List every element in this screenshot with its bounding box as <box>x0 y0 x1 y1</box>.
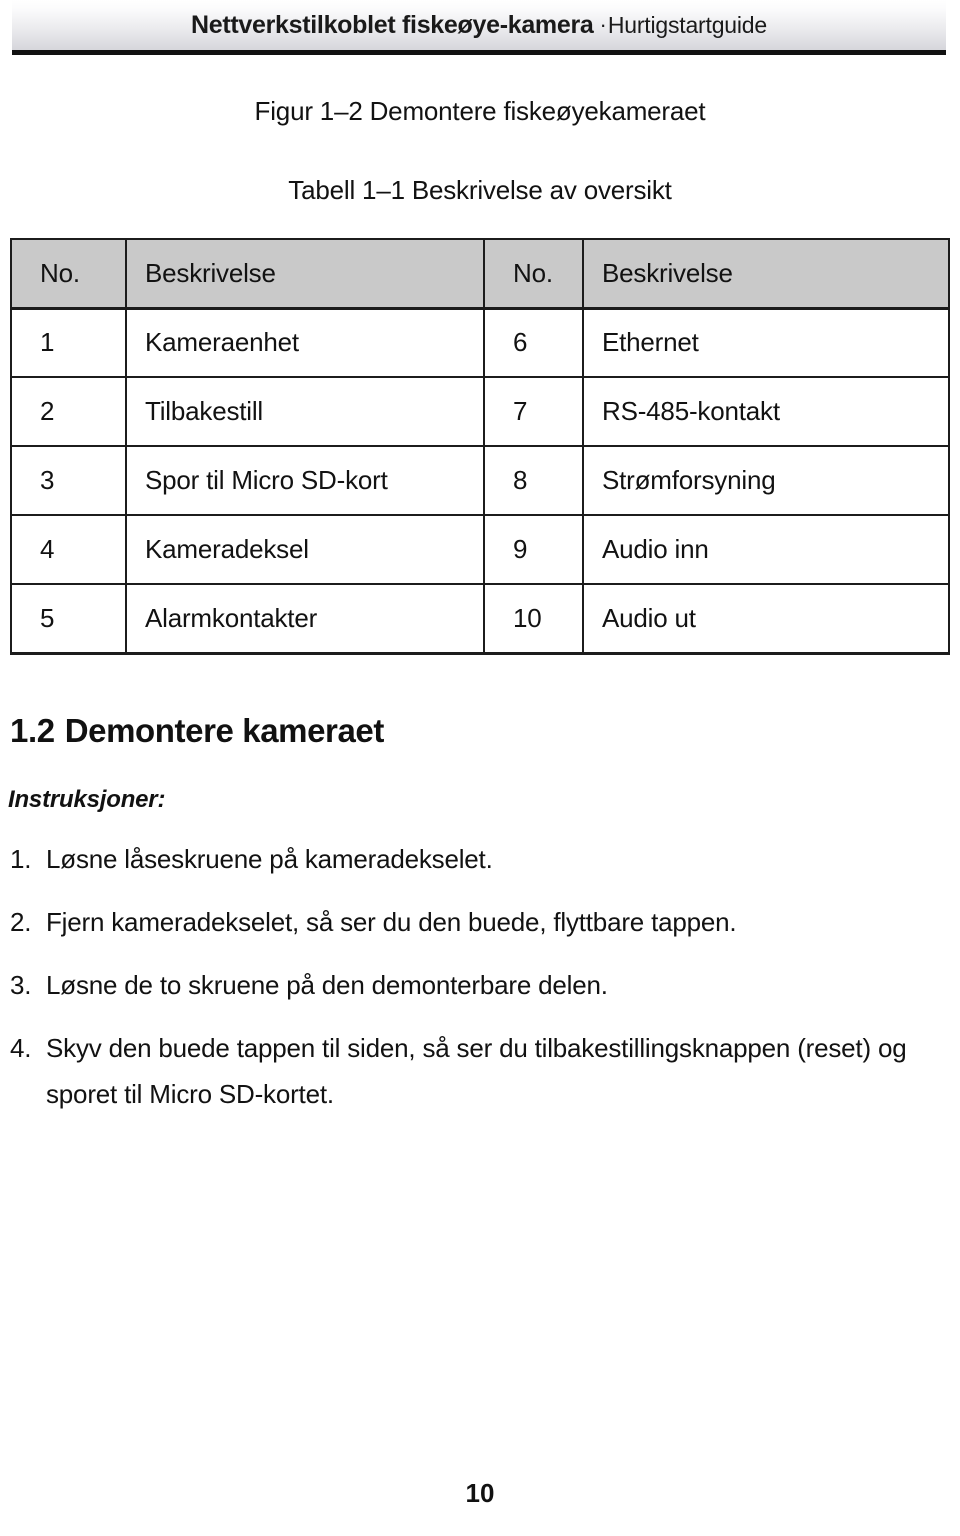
step-text: Skyv den buede tappen til siden, så ser … <box>46 1033 907 1109</box>
cell-no-right: 8 <box>483 445 584 516</box>
header-title-strong: Nettverkstilkoblet fiskeøye-kamera <box>191 10 594 39</box>
table-row: 2 Tilbakestill 7 RS-485-kontakt <box>10 376 950 447</box>
cell-no-right: 7 <box>483 376 584 447</box>
section-heading: 1.2 Demontere kameraet <box>10 712 384 750</box>
table-caption: Tabell 1–1 Beskrivelse av oversikt <box>288 175 672 205</box>
column-header-desc-left: Beskrivelse <box>125 238 485 310</box>
cell-desc-right: Audio inn <box>582 514 950 585</box>
instructions-label: Instruksjoner: <box>8 786 166 813</box>
cell-no-left: 5 <box>10 583 127 655</box>
cell-desc-left: Tilbakestill <box>125 376 485 447</box>
step-text: Løsne låseskruene på kameradekselet. <box>46 844 493 874</box>
list-item: 2. Fjern kameradekselet, så ser du den b… <box>10 899 940 945</box>
list-item: 1. Løsne låseskruene på kameradekselet. <box>10 836 940 882</box>
header-title-light: Hurtigstartguide <box>607 11 767 38</box>
list-item: 4. Skyv den buede tappen til siden, så s… <box>10 1025 940 1117</box>
cell-desc-right: Strømforsyning <box>582 445 950 516</box>
page-running-header: Nettverkstilkoblet fiskeøye-kamera · Hur… <box>12 0 946 55</box>
table-row: 3 Spor til Micro SD-kort 8 Strømforsynin… <box>10 445 950 516</box>
section-number: 1.2 <box>10 712 55 749</box>
cell-desc-left: Kameraenhet <box>125 307 485 378</box>
cell-no-left: 2 <box>10 376 127 447</box>
step-number: 3. <box>10 970 32 1000</box>
column-header-desc-right: Beskrivelse <box>582 238 950 310</box>
section-title: Demontere kameraet <box>64 712 385 749</box>
overview-table: No. Beskrivelse No. Beskrivelse 1 Kamera… <box>10 238 950 655</box>
step-number: 1. <box>10 844 32 874</box>
cell-no-right: 6 <box>483 307 584 378</box>
column-header-no-right: No. <box>483 238 584 310</box>
cell-desc-left: Spor til Micro SD-kort <box>125 445 485 516</box>
cell-desc-right: Audio ut <box>582 583 950 655</box>
cell-no-left: 3 <box>10 445 127 516</box>
table-row: 4 Kameradeksel 9 Audio inn <box>10 514 950 585</box>
cell-no-left: 1 <box>10 307 127 378</box>
figure-caption: Figur 1–2 Demontere fiskeøyekameraet <box>254 96 706 126</box>
table-header-row: No. Beskrivelse No. Beskrivelse <box>10 238 950 310</box>
cell-no-right: 9 <box>483 514 584 585</box>
page-number: 10 <box>465 1478 495 1508</box>
cell-desc-right: RS-485-kontakt <box>582 376 950 447</box>
step-number: 2. <box>10 907 32 937</box>
cell-desc-right: Ethernet <box>582 307 950 378</box>
cell-no-left: 4 <box>10 514 127 585</box>
cell-desc-left: Kameradeksel <box>125 514 485 585</box>
step-text: Løsne de to skruene på den demonterbare … <box>46 970 608 1000</box>
list-item: 3. Løsne de to skruene på den demonterba… <box>10 962 940 1008</box>
table-row: 5 Alarmkontakter 10 Audio ut <box>10 583 950 655</box>
cell-desc-left: Alarmkontakter <box>125 583 485 655</box>
instruction-list: 1. Løsne låseskruene på kameradekselet. … <box>10 836 940 1134</box>
step-number: 4. <box>10 1033 32 1063</box>
cell-no-right: 10 <box>483 583 584 655</box>
header-separator-dot: · <box>599 12 607 37</box>
table-row: 1 Kameraenhet 6 Ethernet <box>10 307 950 378</box>
step-text: Fjern kameradekselet, så ser du den bued… <box>46 907 737 937</box>
column-header-no-left: No. <box>10 238 127 310</box>
